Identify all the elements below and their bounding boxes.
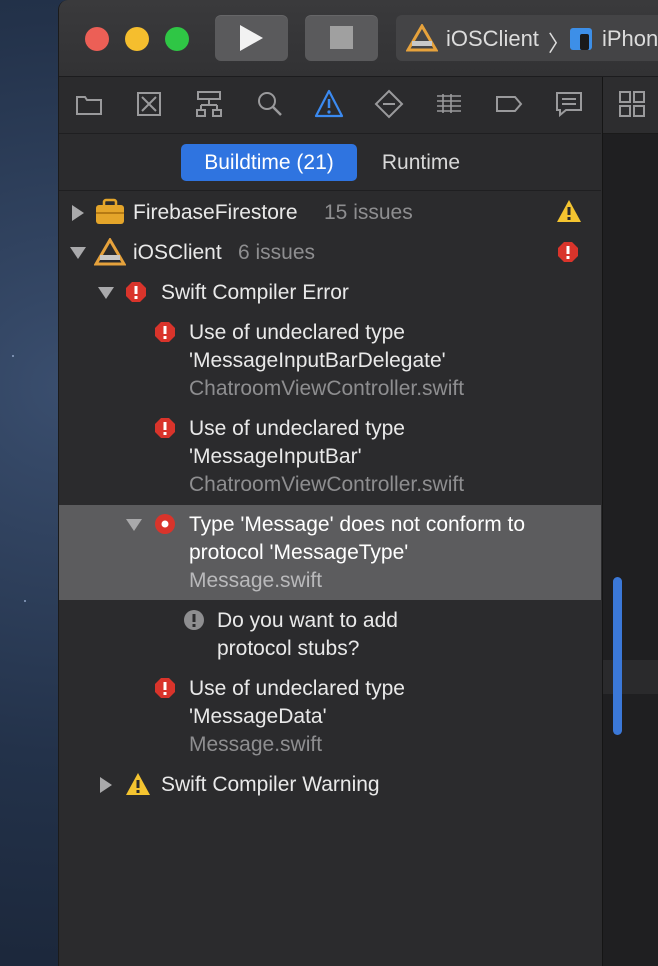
desktop-background <box>12 355 14 357</box>
tab-runtime[interactable]: Runtime <box>365 144 477 181</box>
issue-message: Use of undeclared type <box>189 677 405 700</box>
disclosure-triangle-collapsed-icon[interactable] <box>100 777 112 793</box>
issue-count: 15 issues <box>324 201 413 224</box>
scheme-selector[interactable]: iOSClient 〉 iPhon <box>396 15 658 61</box>
error-icon <box>155 514 175 534</box>
issue-file: ChatroomViewController.swift <box>189 473 465 496</box>
symbol-navigator-icon[interactable] <box>194 89 224 119</box>
issue-target-firebasefirestore[interactable]: FirebaseFirestore 15 issues <box>59 196 601 230</box>
disclosure-triangle-expanded-icon[interactable] <box>98 287 114 299</box>
editor-area <box>602 77 658 966</box>
issue-group-label: Swift Compiler Error <box>161 281 349 304</box>
issue-group-swift-compiler-warning[interactable]: Swift Compiler Warning <box>59 768 601 802</box>
scheme-chevron: 〉 <box>548 31 571 56</box>
issue-message: protocol 'MessageType' <box>189 541 409 564</box>
note-icon <box>184 610 204 630</box>
issue-item[interactable]: Use of undeclared type 'MessageInputBarD… <box>59 316 601 406</box>
scheme-project-label: iOSClient <box>446 26 539 51</box>
desktop-background <box>24 600 26 602</box>
project-navigator-icon[interactable] <box>74 89 104 119</box>
editor-current-line-highlight <box>603 660 658 694</box>
issue-group-label: Swift Compiler Warning <box>161 773 380 796</box>
issue-count: 6 issues <box>238 241 316 264</box>
fixit-message: protocol stubs? <box>217 637 360 660</box>
issue-message: 'MessageData' <box>189 705 327 728</box>
target-name: iOSClient <box>133 241 222 264</box>
breakpoint-navigator-icon[interactable] <box>494 89 524 119</box>
editor-scrollbar-thumb[interactable] <box>613 577 622 735</box>
issue-message: Use of undeclared type <box>189 321 405 344</box>
test-navigator-icon[interactable] <box>374 89 404 119</box>
error-icon <box>155 322 175 342</box>
disclosure-triangle-expanded-icon[interactable] <box>70 247 86 259</box>
source-control-icon[interactable] <box>134 89 164 119</box>
issue-file: Message.swift <box>189 733 323 756</box>
divider <box>59 190 601 191</box>
app-target-icon <box>94 238 126 266</box>
scheme-device-label: iPhon <box>602 26 658 51</box>
error-icon <box>155 418 175 438</box>
issue-item[interactable]: Use of undeclared type 'MessageInputBar'… <box>59 412 601 502</box>
stop-button[interactable] <box>305 15 378 61</box>
toolbar: iOSClient 〉 iPhon <box>59 0 658 77</box>
zoom-window-button[interactable] <box>165 27 189 51</box>
editor-jump-bar <box>603 77 658 134</box>
report-navigator-icon[interactable] <box>554 89 584 119</box>
error-icon <box>126 282 146 302</box>
find-icon[interactable] <box>254 89 284 119</box>
disclosure-triangle-collapsed-icon[interactable] <box>72 205 84 221</box>
issue-item-selected[interactable]: Type 'Message' does not conform to proto… <box>59 505 601 600</box>
target-name: FirebaseFirestore <box>133 201 298 224</box>
xcode-window: iOSClient 〉 iPhon Buildtime (21) Runtime… <box>58 0 658 966</box>
iphone-device-icon <box>570 28 592 50</box>
disclosure-triangle-expanded-icon[interactable] <box>126 519 142 531</box>
error-icon <box>558 242 578 262</box>
issue-message: 'MessageInputBar' <box>189 445 362 468</box>
issue-navigator-icon[interactable] <box>314 89 344 119</box>
framework-target-icon <box>96 198 124 224</box>
minimize-window-button[interactable] <box>125 27 149 51</box>
navigator-selector-bar <box>59 77 601 134</box>
issue-message: Use of undeclared type <box>189 417 405 440</box>
issue-group-swift-compiler-error[interactable]: Swift Compiler Error <box>59 276 601 310</box>
warning-icon <box>557 200 581 222</box>
error-icon <box>155 678 175 698</box>
run-button[interactable] <box>215 15 288 61</box>
issue-file: Message.swift <box>189 569 323 592</box>
issue-target-iosclient[interactable]: iOSClient 6 issues <box>59 236 601 270</box>
fixit-suggestion[interactable]: Do you want to add protocol stubs? <box>59 604 601 666</box>
xcode-app-icon <box>406 24 438 52</box>
debug-navigator-icon[interactable] <box>434 89 464 119</box>
tab-buildtime[interactable]: Buildtime (21) <box>181 144 357 181</box>
play-icon <box>240 25 263 51</box>
issue-message: Type 'Message' does not conform to <box>189 513 526 536</box>
stop-icon <box>330 26 353 49</box>
issue-item[interactable]: Use of undeclared type 'MessageData' Mes… <box>59 672 601 762</box>
fixit-message: Do you want to add <box>217 609 398 632</box>
related-items-icon[interactable] <box>617 89 647 119</box>
issue-file: ChatroomViewController.swift <box>189 377 465 400</box>
warning-icon <box>126 773 150 795</box>
issue-message: 'MessageInputBarDelegate' <box>189 349 446 372</box>
close-window-button[interactable] <box>85 27 109 51</box>
